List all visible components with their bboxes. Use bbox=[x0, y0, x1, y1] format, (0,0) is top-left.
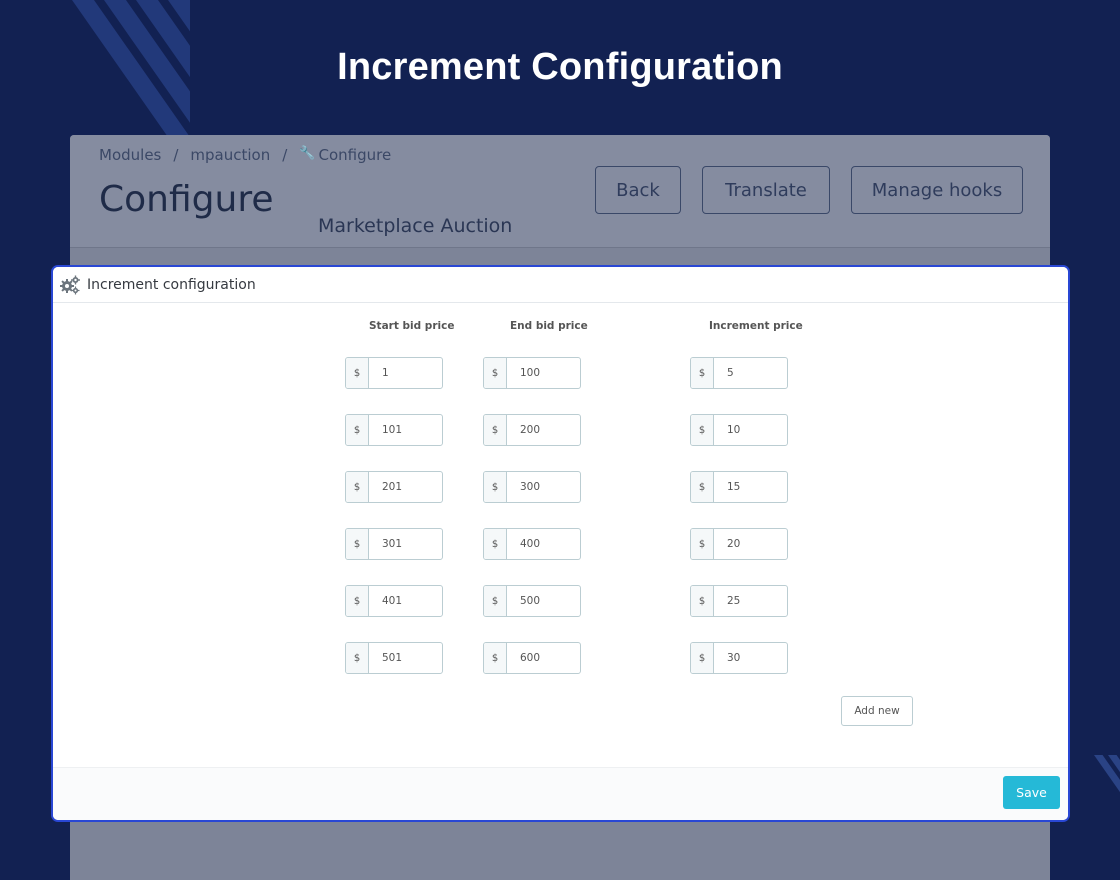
increment-price-input[interactable] bbox=[714, 586, 787, 616]
end-bid-input-group: $ bbox=[483, 528, 581, 560]
currency-addon: $ bbox=[346, 643, 369, 673]
start-bid-input-group: $ bbox=[345, 585, 443, 617]
manage-hooks-button[interactable]: Manage hooks bbox=[851, 166, 1023, 214]
breadcrumb-configure: Configure bbox=[318, 146, 392, 164]
breadcrumb-separator: / bbox=[282, 146, 288, 164]
column-header-increment: Increment price bbox=[709, 320, 803, 332]
cogs-icon bbox=[60, 275, 80, 294]
start-bid-input-group: $ bbox=[345, 357, 443, 389]
currency-addon: $ bbox=[691, 586, 714, 616]
increment-price-input[interactable] bbox=[714, 415, 787, 445]
currency-addon: $ bbox=[346, 472, 369, 502]
increment-config-panel: Increment configuration Start bid price … bbox=[51, 265, 1070, 822]
end-bid-input-group: $ bbox=[483, 585, 581, 617]
add-new-button[interactable]: Add new bbox=[841, 696, 913, 726]
currency-addon: $ bbox=[691, 643, 714, 673]
currency-addon: $ bbox=[346, 529, 369, 559]
end-bid-input[interactable] bbox=[507, 586, 580, 616]
currency-addon: $ bbox=[691, 358, 714, 388]
breadcrumb-separator: / bbox=[173, 146, 179, 164]
end-bid-input[interactable] bbox=[507, 415, 580, 445]
save-button[interactable]: Save bbox=[1003, 776, 1060, 809]
page-title: Configure bbox=[99, 179, 274, 220]
currency-addon: $ bbox=[484, 586, 507, 616]
start-bid-input-group: $ bbox=[345, 642, 443, 674]
increment-price-input-group: $ bbox=[690, 471, 788, 503]
column-header-start-bid: Start bid price bbox=[369, 320, 455, 332]
translate-button[interactable]: Translate bbox=[702, 166, 830, 214]
module-name: Marketplace Auction bbox=[318, 215, 513, 237]
start-bid-input-group: $ bbox=[345, 471, 443, 503]
back-button[interactable]: Back bbox=[595, 166, 681, 214]
increment-price-input[interactable] bbox=[714, 643, 787, 673]
currency-addon: $ bbox=[484, 472, 507, 502]
currency-addon: $ bbox=[484, 358, 507, 388]
end-bid-input[interactable] bbox=[507, 643, 580, 673]
column-header-end-bid: End bid price bbox=[510, 320, 588, 332]
end-bid-input-group: $ bbox=[483, 642, 581, 674]
currency-addon: $ bbox=[484, 529, 507, 559]
panel-footer: Save bbox=[53, 767, 1068, 820]
hero-title: Increment Configuration bbox=[337, 46, 783, 88]
increment-price-input[interactable] bbox=[714, 529, 787, 559]
start-bid-input-group: $ bbox=[345, 528, 443, 560]
breadcrumb-modules[interactable]: Modules bbox=[99, 146, 161, 164]
increment-price-input-group: $ bbox=[690, 528, 788, 560]
admin-header: Modules / mpauction / 🔧 Configure Config… bbox=[70, 135, 1050, 248]
end-bid-input[interactable] bbox=[507, 472, 580, 502]
end-bid-input-group: $ bbox=[483, 414, 581, 446]
start-bid-input[interactable] bbox=[369, 586, 442, 616]
start-bid-input[interactable] bbox=[369, 643, 442, 673]
currency-addon: $ bbox=[346, 415, 369, 445]
end-bid-input-group: $ bbox=[483, 357, 581, 389]
currency-addon: $ bbox=[691, 529, 714, 559]
start-bid-input[interactable] bbox=[369, 529, 442, 559]
breadcrumb-mpauction[interactable]: mpauction bbox=[190, 146, 270, 164]
increment-price-input-group: $ bbox=[690, 414, 788, 446]
start-bid-input[interactable] bbox=[369, 472, 442, 502]
end-bid-input[interactable] bbox=[507, 358, 580, 388]
end-bid-input[interactable] bbox=[507, 529, 580, 559]
end-bid-input-group: $ bbox=[483, 471, 581, 503]
panel-title: Increment configuration bbox=[87, 276, 256, 293]
increment-price-input-group: $ bbox=[690, 357, 788, 389]
currency-addon: $ bbox=[346, 586, 369, 616]
currency-addon: $ bbox=[691, 415, 714, 445]
currency-addon: $ bbox=[484, 415, 507, 445]
start-bid-input[interactable] bbox=[369, 415, 442, 445]
currency-addon: $ bbox=[484, 643, 507, 673]
start-bid-input[interactable] bbox=[369, 358, 442, 388]
breadcrumb: Modules / mpauction / 🔧 Configure bbox=[99, 146, 391, 164]
currency-addon: $ bbox=[691, 472, 714, 502]
start-bid-input-group: $ bbox=[345, 414, 443, 446]
increment-price-input-group: $ bbox=[690, 585, 788, 617]
increment-price-input[interactable] bbox=[714, 358, 787, 388]
currency-addon: $ bbox=[346, 358, 369, 388]
panel-header: Increment configuration bbox=[53, 267, 1068, 303]
increment-price-input-group: $ bbox=[690, 642, 788, 674]
wrench-icon: 🔧 bbox=[299, 146, 316, 161]
increment-price-input[interactable] bbox=[714, 472, 787, 502]
